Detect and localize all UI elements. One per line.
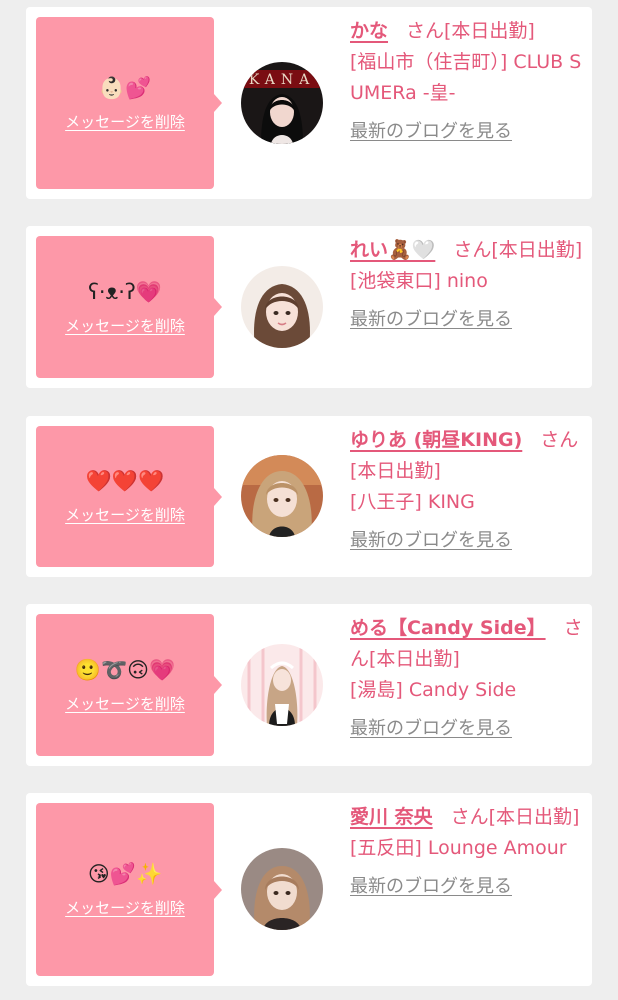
message-bubble: ❤️❤️❤️ メッセージを削除 — [36, 426, 222, 567]
cast-photo-icon — [241, 266, 323, 348]
message-card: ʕ·ᴥ·ʔ💗 メッセージを削除 れい🧸🤍 さん[本日出勤] [池袋東口] nino… — [26, 226, 592, 388]
cast-avatar[interactable] — [241, 644, 323, 726]
cast-name-line: ゆりあ (朝昼KING) さん[本日出勤] — [350, 425, 586, 487]
message-emoji: ʕ·ᴥ·ʔ💗 — [88, 279, 162, 304]
delete-message-link[interactable]: メッセージを削除 — [65, 693, 185, 714]
delete-message-link[interactable]: メッセージを削除 — [65, 111, 185, 132]
message-emoji: 😘💕✨ — [87, 862, 163, 886]
cast-photo-icon: KANA — [241, 62, 323, 144]
cast-avatar[interactable] — [241, 848, 323, 930]
latest-blog-link[interactable]: 最新のブログを見る — [350, 307, 512, 333]
latest-blog-link[interactable]: 最新のブログを見る — [350, 119, 512, 145]
svg-text:KANA: KANA — [249, 72, 315, 88]
delete-message-link[interactable]: メッセージを削除 — [65, 897, 185, 918]
message-emoji: 👶🏻💕 — [98, 75, 152, 100]
cast-status: さん[本日出勤] — [453, 239, 583, 261]
shop-name: [湯島] Candy Side — [350, 679, 517, 701]
latest-blog-link[interactable]: 最新のブログを見る — [350, 716, 512, 742]
cast-name-line: かな さん[本日出勤] — [350, 16, 586, 47]
cast-info: める【Candy Side】 さん[本日出勤] [湯島] Candy Side 最… — [350, 613, 586, 742]
cast-name-link[interactable]: かな — [350, 20, 388, 42]
cast-info: かな さん[本日出勤] [福山市（住吉町）] CLUB SUMERa -皇- 最新… — [350, 16, 586, 145]
message-bubble: ʕ·ᴥ·ʔ💗 メッセージを削除 — [36, 236, 222, 378]
cast-info: 愛川 奈央 さん[本日出勤] [五反田] Lounge Amour 最新のブログを… — [350, 802, 586, 900]
shop-name: [池袋東口] nino — [350, 270, 488, 292]
cast-name-line: れい🧸🤍 さん[本日出勤] — [350, 235, 586, 266]
shop-name: [福山市（住吉町）] CLUB SUMERa -皇- — [350, 51, 582, 104]
cast-photo-icon — [241, 455, 323, 537]
shop-name: [五反田] Lounge Amour — [350, 837, 567, 859]
cast-name-line: める【Candy Side】 さん[本日出勤] — [350, 613, 586, 675]
message-emoji: ❤️❤️❤️ — [85, 469, 165, 493]
message-bubble: 🙂➰🙃💗 メッセージを削除 — [36, 614, 222, 756]
message-emoji: 🙂➰🙃💗 — [74, 657, 176, 682]
message-bubble: 😘💕✨ メッセージを削除 — [36, 803, 222, 976]
delete-message-link[interactable]: メッセージを削除 — [65, 315, 185, 336]
cast-name-link[interactable]: 愛川 奈央 — [350, 806, 433, 828]
cast-photo-icon — [241, 848, 323, 930]
message-card: 🙂➰🙃💗 メッセージを削除 める【Candy Side】 さん[本日出勤] [湯島… — [26, 604, 592, 766]
cast-status: さん[本日出勤] — [450, 806, 580, 828]
cast-photo-icon — [241, 644, 323, 726]
latest-blog-link[interactable]: 最新のブログを見る — [350, 874, 512, 900]
cast-status: さん[本日出勤] — [406, 20, 535, 42]
message-card: ❤️❤️❤️ メッセージを削除 ゆりあ (朝昼KING) さん[本日出勤] [八王… — [26, 416, 592, 577]
cast-name-link[interactable]: れい🧸🤍 — [350, 239, 435, 261]
cast-avatar[interactable] — [241, 266, 323, 348]
cast-name-line: 愛川 奈央 さん[本日出勤] — [350, 802, 586, 833]
delete-message-link[interactable]: メッセージを削除 — [65, 504, 185, 525]
message-card: 👶🏻💕 メッセージを削除 KANA かな さん[本日出勤] [福山市（住吉町）] … — [26, 7, 592, 199]
cast-avatar[interactable] — [241, 455, 323, 537]
cast-name-link[interactable]: ゆりあ (朝昼KING) — [350, 429, 522, 451]
message-card: 😘💕✨ メッセージを削除 愛川 奈央 さん[本日出勤] [五反田] Lounge … — [26, 793, 592, 986]
cast-info: ゆりあ (朝昼KING) さん[本日出勤] [八王子] KING 最新のブログを見… — [350, 425, 586, 554]
cast-name-link[interactable]: める【Candy Side】 — [350, 617, 546, 639]
message-bubble: 👶🏻💕 メッセージを削除 — [36, 17, 222, 189]
shop-name: [八王子] KING — [350, 491, 475, 513]
latest-blog-link[interactable]: 最新のブログを見る — [350, 528, 512, 554]
cast-info: れい🧸🤍 さん[本日出勤] [池袋東口] nino 最新のブログを見る — [350, 235, 586, 333]
cast-avatar[interactable]: KANA — [241, 62, 323, 144]
